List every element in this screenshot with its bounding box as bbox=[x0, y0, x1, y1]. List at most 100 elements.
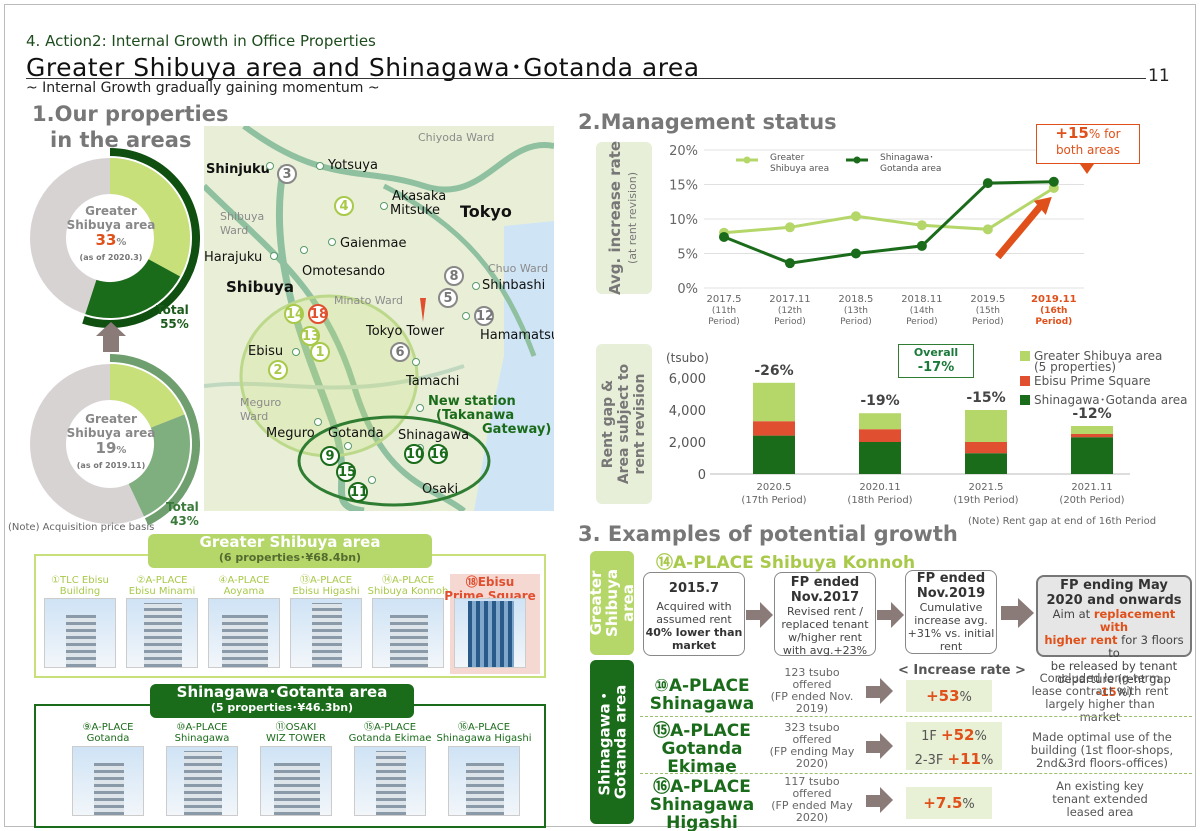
bar-gap-label: -26% bbox=[754, 363, 793, 379]
line-y-tick: 0% bbox=[677, 282, 698, 297]
konnoh-step-4: FP ending May 2020 and onwards Aim at re… bbox=[1036, 575, 1192, 699]
map-background bbox=[204, 126, 554, 511]
konnoh-title: ⑭A-PLACE Shibuya Konnoh bbox=[656, 553, 916, 573]
station-dot bbox=[300, 246, 308, 254]
page-subtitle: ~ Internal Growth gradually gaining mome… bbox=[26, 80, 380, 96]
gs-side-text: Greater Shibuya area bbox=[587, 569, 638, 637]
bar-chart-ylabel-wrap: Rent gap & Area subject to rent revision bbox=[596, 344, 652, 504]
map-marker-10[interactable]: 10 bbox=[404, 444, 424, 464]
map-marker-4[interactable]: 4 bbox=[334, 196, 354, 216]
map-marker-9[interactable]: 9 bbox=[320, 446, 340, 466]
map-marker-1[interactable]: 1 bbox=[310, 342, 330, 362]
map-label: Chuo Ward bbox=[488, 262, 549, 275]
sg-property-photo[interactable] bbox=[448, 746, 520, 816]
map-marker-3[interactable]: 3 bbox=[277, 164, 297, 184]
row3-property-name: ⑯A-PLACE Shinagawa Higashi bbox=[649, 777, 755, 831]
line-x-tick: 2018.11 bbox=[901, 294, 942, 305]
step1-strong: 40% lower than bbox=[645, 626, 743, 639]
sg-side-label: Shinagawa・ Gotanda area bbox=[590, 660, 634, 824]
gs-property-photo[interactable] bbox=[126, 598, 198, 668]
line-x-tick: Period) bbox=[972, 317, 1004, 327]
greater-shibuya-title-text: Greater Shibuya area bbox=[199, 533, 381, 551]
step1-line: assumed rent bbox=[656, 613, 732, 626]
bar-segment bbox=[965, 453, 1007, 474]
row1-arrow-head bbox=[880, 678, 893, 704]
step4-head: FP ending May bbox=[1060, 578, 1168, 593]
gs-property-photo[interactable] bbox=[44, 598, 116, 668]
line-point bbox=[850, 248, 861, 259]
map-marker-14[interactable]: 14 bbox=[284, 304, 304, 324]
station-dot bbox=[380, 202, 388, 210]
gs-property-photo[interactable] bbox=[454, 598, 526, 668]
map-label: Meguro bbox=[266, 426, 315, 441]
bar-segment bbox=[1071, 437, 1113, 474]
donut-2019-total: Total 43% bbox=[166, 500, 199, 528]
sg-property-caption: ⑪OSAKI WIZ TOWER bbox=[266, 722, 326, 744]
row1-offer: 123 tsubo offered (FP ended Nov. 2019) bbox=[770, 666, 854, 715]
map-label: Osaki bbox=[422, 482, 459, 497]
station-dot bbox=[416, 404, 424, 412]
map-label: Harajuku bbox=[204, 250, 263, 265]
step3-line: rent bbox=[939, 640, 963, 653]
sg-property-photo[interactable] bbox=[166, 746, 238, 816]
map-marker-16[interactable]: 16 bbox=[428, 444, 448, 464]
line-x-tick: 2019.5 bbox=[970, 294, 1005, 305]
callout-pointer bbox=[1080, 164, 1094, 174]
row2-offer: 323 tsubo offered (FP ending May 2020) bbox=[769, 721, 855, 770]
line-y-tick: 10% bbox=[669, 213, 698, 228]
donut-2020-shinagawa-arc bbox=[85, 258, 181, 318]
map-marker-11[interactable]: 11 bbox=[348, 482, 368, 502]
map-label: Shinjuku bbox=[206, 162, 270, 177]
map-marker-6[interactable]: 6 bbox=[390, 342, 410, 362]
step-arrow-1 bbox=[746, 610, 760, 620]
up-arrow-body bbox=[103, 336, 119, 352]
bar-segment bbox=[753, 435, 795, 474]
bar-segment bbox=[965, 410, 1007, 442]
step-arrow-3-head bbox=[1018, 598, 1034, 628]
step4-head: 2020 and onwards bbox=[1046, 593, 1182, 608]
bar-x-tick: 2021.11 bbox=[1071, 482, 1112, 493]
bar-gap-label: -15% bbox=[966, 390, 1005, 406]
sg-property-photo[interactable] bbox=[354, 746, 426, 816]
sg-property-photo[interactable] bbox=[72, 746, 144, 816]
map-marker-18[interactable]: 18 bbox=[308, 304, 328, 324]
line-point bbox=[982, 178, 993, 189]
map-label: Minato Ward bbox=[334, 294, 404, 307]
line-x-tick: 2018.5 bbox=[838, 294, 873, 305]
map-marker-12[interactable]: 12 bbox=[474, 306, 494, 326]
map-marker-2[interactable]: 2 bbox=[268, 360, 288, 380]
donut-2020-total: Total 55% bbox=[156, 303, 189, 331]
bar-segment bbox=[1071, 426, 1113, 434]
gs-property-photo[interactable] bbox=[372, 598, 444, 668]
map-label: Shinbashi bbox=[482, 278, 546, 293]
map-label: Ward bbox=[240, 410, 269, 423]
station-dot bbox=[328, 238, 336, 246]
shinagawa-gotanda-title: Shinagawa･Gotanta area (5 properties･¥46… bbox=[150, 684, 414, 718]
step4-line: higher rent for 3 floors to bbox=[1044, 633, 1184, 660]
map-marker-8[interactable]: 8 bbox=[444, 266, 464, 286]
gs-property-photo[interactable] bbox=[208, 598, 280, 668]
line-x-tick: (14th bbox=[910, 306, 934, 316]
station-dot bbox=[316, 162, 324, 170]
sg-property-photo[interactable] bbox=[260, 746, 332, 816]
area-map[interactable]: Chiyoda Ward Shinjuku Yotsuya Akasaka Mi… bbox=[204, 126, 554, 511]
bar-x-tick: 2020.11 bbox=[859, 482, 900, 493]
line-chart-ylabel-2: (at rent revision) bbox=[626, 171, 640, 265]
map-marker-15[interactable]: 15 bbox=[336, 462, 356, 482]
map-marker-5[interactable]: 5 bbox=[438, 288, 458, 308]
row2-rate-1f: 1F +52% bbox=[921, 726, 987, 744]
sg-property-caption: ⑩A-PLACE Shinagawa bbox=[174, 722, 230, 744]
bar-x-tick: (17th Period) bbox=[741, 495, 806, 506]
line-legend-dot bbox=[853, 156, 861, 164]
callout-line2: both areas bbox=[1055, 143, 1121, 157]
map-label: Gaienmae bbox=[340, 236, 407, 251]
line-x-tick: (13th bbox=[844, 306, 868, 316]
bar-legend-label: Ebisu Prime Square bbox=[1034, 374, 1151, 388]
step-arrow-3 bbox=[1001, 606, 1019, 620]
donut-2019-asof: (as of 2019.11) bbox=[76, 461, 146, 470]
station-dot bbox=[462, 312, 470, 320]
map-label: Shibuya bbox=[220, 210, 265, 223]
bar-chart-ylabel-1: Rent gap & bbox=[600, 379, 617, 469]
gs-property-photo[interactable] bbox=[290, 598, 362, 668]
bar-x-tick: 2021.5 bbox=[969, 482, 1004, 493]
